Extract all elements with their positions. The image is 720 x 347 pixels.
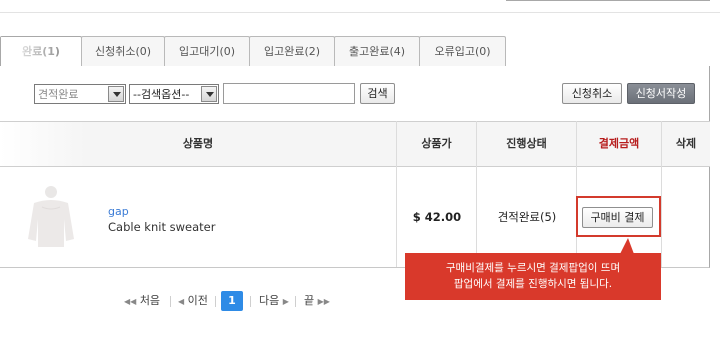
col-product: 상품명 — [182, 137, 214, 150]
search-option-select[interactable]: --검색옵션-- — [129, 84, 219, 104]
pager-separator — [295, 296, 296, 307]
pager-separator — [250, 296, 251, 307]
top-divider — [0, 12, 720, 13]
page-last-label: 끝 — [304, 294, 315, 307]
pager-separator — [170, 296, 171, 307]
write-request-button[interactable]: 신청서작성 — [627, 83, 695, 104]
tab-label: 오류입고(0) — [434, 45, 491, 58]
progress-status: 견적완료(5) — [497, 210, 557, 224]
page-next-label: 다음 — [259, 294, 280, 307]
double-chevron-left-icon: ◀◀ — [124, 297, 137, 306]
search-option-value: --검색옵션-- — [133, 88, 190, 101]
col-status: 진행상태 — [506, 137, 547, 150]
tab-label: 입고대기(0) — [178, 45, 236, 58]
status-select[interactable]: 견적완료 — [34, 84, 126, 104]
tooltip-pointer — [620, 238, 634, 254]
pay-purchase-button[interactable]: 구매비 결제 — [582, 207, 653, 228]
chevron-left-icon: ◀ — [178, 297, 185, 306]
product-brand-link[interactable]: gap — [108, 205, 129, 218]
tab-completed[interactable]: 완료(1) — [0, 36, 82, 68]
tooltip-line-2: 팝업에서 결제를 진행하시면 됩니다. — [453, 278, 613, 290]
page-prev[interactable]: ◀ 이전 — [178, 291, 208, 311]
payment-tooltip: 구매비결제를 누르시면 결제팝업이 뜨며 팝업에서 결제를 진행하시면 됩니다. — [405, 253, 661, 300]
pager-separator — [215, 296, 216, 307]
table-header: 상품명 상품가 진행상태 결제금액 삭제 — [0, 121, 710, 167]
page-last[interactable]: 끝 ▶▶ — [304, 291, 330, 311]
page-first[interactable]: ◀◀ 처음 — [124, 291, 160, 311]
panel-top-border — [506, 0, 710, 1]
tab-label: 신청취소(0) — [94, 45, 152, 58]
col-price: 상품가 — [421, 137, 452, 150]
search-button[interactable]: 검색 — [360, 83, 395, 104]
tab-awaiting-arrival[interactable]: 입고대기(0) — [164, 36, 250, 67]
tab-label: 완료(1) — [22, 45, 60, 58]
product-price: $ 42.00 — [412, 210, 462, 224]
tab-label: 입고완료(2) — [263, 45, 321, 58]
tab-shipped[interactable]: 출고완료(4) — [334, 36, 420, 67]
sweater-image — [28, 186, 74, 247]
product-thumbnail[interactable] — [20, 183, 82, 249]
tab-arrived[interactable]: 입고완료(2) — [249, 36, 335, 67]
page-number-current[interactable]: 1 — [221, 291, 243, 311]
tab-label: 출고완료(4) — [348, 45, 406, 58]
col-payment: 결제금액 — [598, 137, 640, 150]
tab-cancelled[interactable]: 신청취소(0) — [81, 36, 165, 67]
product-name: Cable knit sweater — [108, 220, 216, 234]
chevron-down-icon — [201, 86, 217, 102]
page-next[interactable]: 다음 ▶ — [259, 291, 289, 311]
tooltip-line-1: 구매비결제를 누르시면 결제팝업이 뜨며 — [445, 262, 621, 274]
cancel-request-button[interactable]: 신청취소 — [562, 83, 622, 104]
page-first-label: 처음 — [139, 294, 161, 307]
chevron-down-icon — [108, 86, 124, 102]
status-select-value: 견적완료 — [38, 88, 79, 101]
tab-error-arrival[interactable]: 오류입고(0) — [419, 36, 506, 67]
col-delete: 삭제 — [675, 137, 697, 150]
search-input[interactable] — [223, 83, 355, 104]
double-chevron-right-icon: ▶▶ — [317, 297, 330, 306]
chevron-right-icon: ▶ — [282, 297, 289, 306]
page-prev-label: 이전 — [187, 294, 208, 307]
